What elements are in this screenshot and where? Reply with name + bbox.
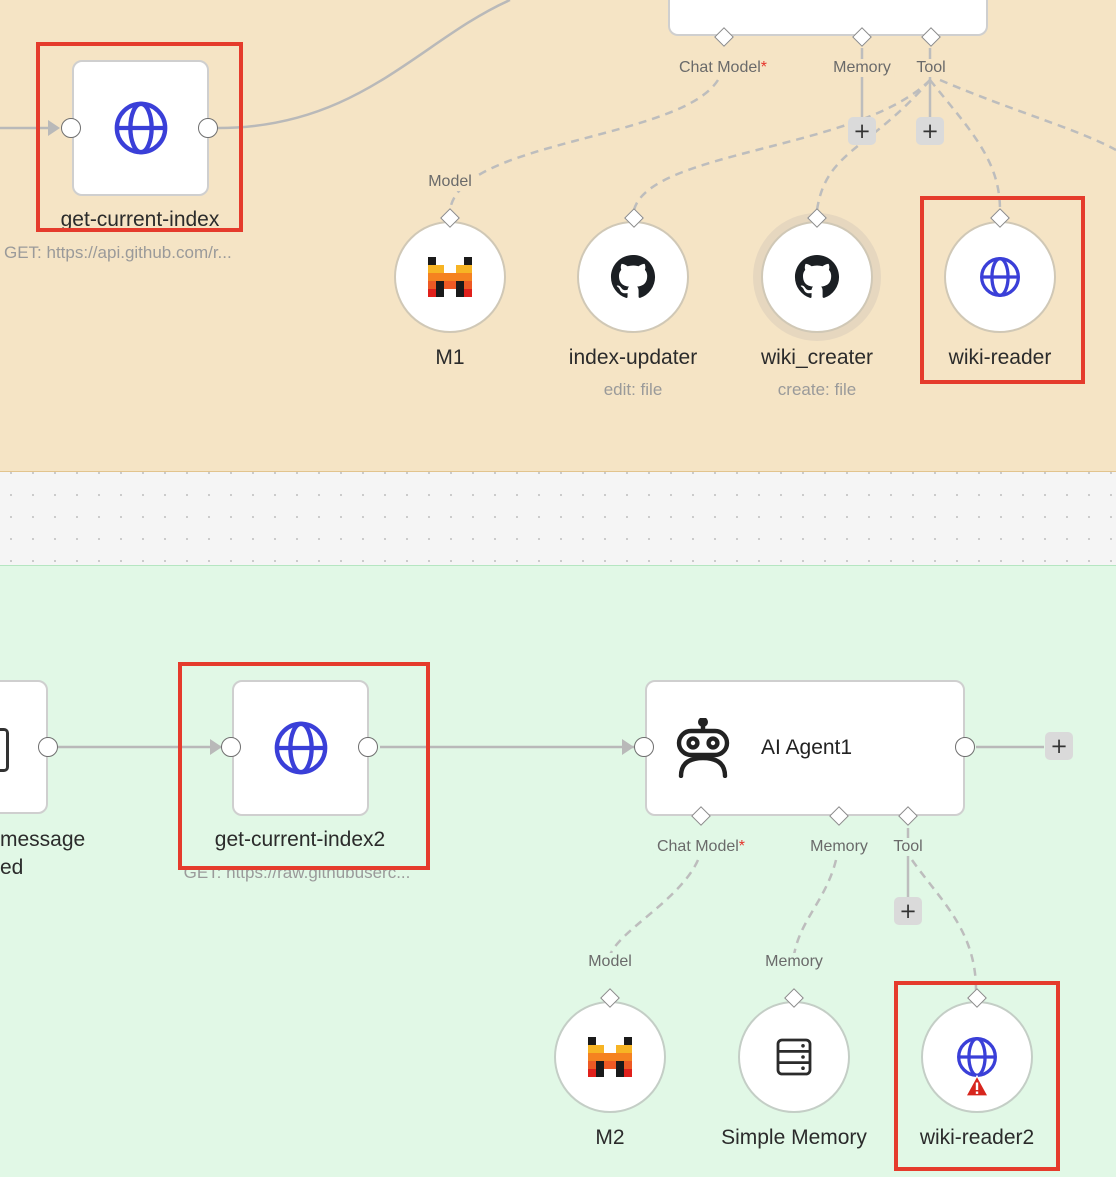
top-port-label-memory: Memory [830,59,894,77]
message-node-output-handle[interactable] [38,737,58,757]
m1-node[interactable] [394,221,506,333]
wiki-creater-node[interactable] [761,221,873,333]
wire-bottom-memory-simple [792,859,838,956]
top-port-label-chat-model: Chat Model* [675,59,771,77]
wire-bottom-tool-wiki-reader2 [910,859,978,991]
mistral-icon [588,1037,632,1077]
wire-top-tool-offscreen [939,78,1116,152]
ai-agent1-port-label-chat-model: Chat Model* [653,838,749,856]
top-add-memory-button[interactable]: + [848,117,876,145]
github-icon [610,254,656,298]
database-icon [776,1038,812,1076]
ai-agent1-port-label-tool: Tool [890,838,926,856]
message-node-title-line1: message [0,828,86,851]
wire-top-outgoing [217,0,511,130]
ai-agent1-output-handle[interactable] [955,737,975,757]
robot-icon [676,718,730,778]
wire-bottom-chatmodel-m2 [608,859,700,956]
m2-title: M2 [595,1126,625,1149]
index-updater-subtitle: edit: file [603,380,663,399]
m2-node[interactable] [554,1001,666,1113]
ai-agent1-add-tool-button[interactable]: + [894,897,922,925]
wiki-creater-title: wiki_creater [760,346,874,369]
github-icon [794,254,840,298]
index-updater-node[interactable] [577,221,689,333]
message-node-icon-fragment [0,728,9,772]
wire-top-tool-index-updater [632,79,931,211]
ai-agent1-input-handle[interactable] [634,737,654,757]
index-updater-title: index-updater [568,346,698,369]
highlight-wiki-reader [920,196,1085,384]
top-port-label-tool: Tool [913,59,949,77]
simple-memory-node[interactable] [738,1001,850,1113]
mistral-icon [428,257,472,297]
top-agent-node[interactable] [668,0,988,36]
ai-agent1-port-label-memory: Memory [807,838,871,856]
get-current-index-subtitle: GET: https://api.github.com/r... [4,243,232,262]
highlight-get-current-index2 [178,662,430,870]
highlight-wiki-reader2 [894,981,1060,1171]
ai-agent1-add-next-button[interactable]: + [1045,732,1073,760]
top-add-tool-button[interactable]: + [916,117,944,145]
m1-title: M1 [435,346,465,369]
wiki-creater-subtitle: create: file [777,380,857,399]
wire-top-chatmodel-m1 [448,79,720,211]
highlight-get-current-index [36,42,243,232]
m1-port-label-model: Model [425,173,475,191]
m2-port-label-model: Model [585,953,635,971]
arrow-agent-in [622,739,634,755]
ai-agent1-title: AI Agent1 [761,736,853,759]
simple-memory-title: Simple Memory [721,1126,867,1149]
wire-top-tool-wiki-creater [815,79,931,211]
message-node-title-line2: ed [0,856,24,879]
simple-memory-port-label-memory: Memory [762,953,826,971]
wire-top-tool-wiki-reader [929,79,1002,211]
ai-agent1-node[interactable]: AI Agent1 [645,680,965,816]
